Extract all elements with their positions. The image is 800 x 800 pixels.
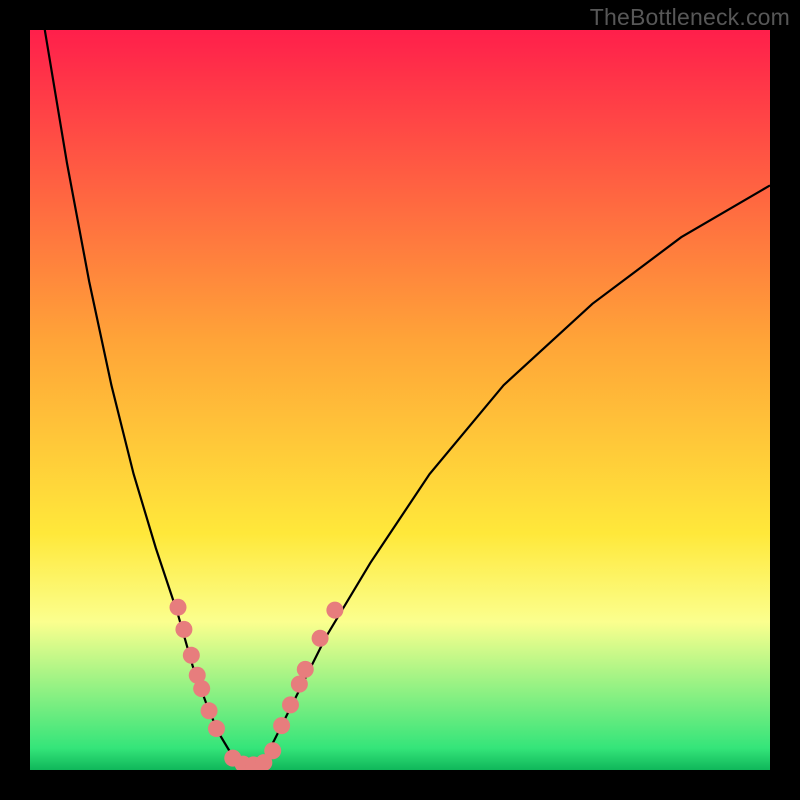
chart-svg	[30, 30, 770, 770]
bottom-beads	[224, 742, 281, 770]
data-point	[175, 621, 192, 638]
data-point	[312, 630, 329, 647]
chart-frame: TheBottleneck.com	[0, 0, 800, 800]
data-point	[193, 680, 210, 697]
watermark-text: TheBottleneck.com	[590, 4, 790, 31]
data-point	[183, 647, 200, 664]
data-point	[291, 676, 308, 693]
data-point	[201, 702, 218, 719]
right-curve	[259, 185, 770, 766]
data-point	[297, 661, 314, 678]
data-point	[264, 742, 281, 759]
left-curve	[45, 30, 245, 768]
data-point	[273, 717, 290, 734]
plot-area	[30, 30, 770, 770]
right-beads	[273, 602, 343, 734]
data-point	[326, 602, 343, 619]
data-point	[208, 720, 225, 737]
left-beads	[170, 599, 225, 737]
data-point	[282, 696, 299, 713]
data-point	[170, 599, 187, 616]
